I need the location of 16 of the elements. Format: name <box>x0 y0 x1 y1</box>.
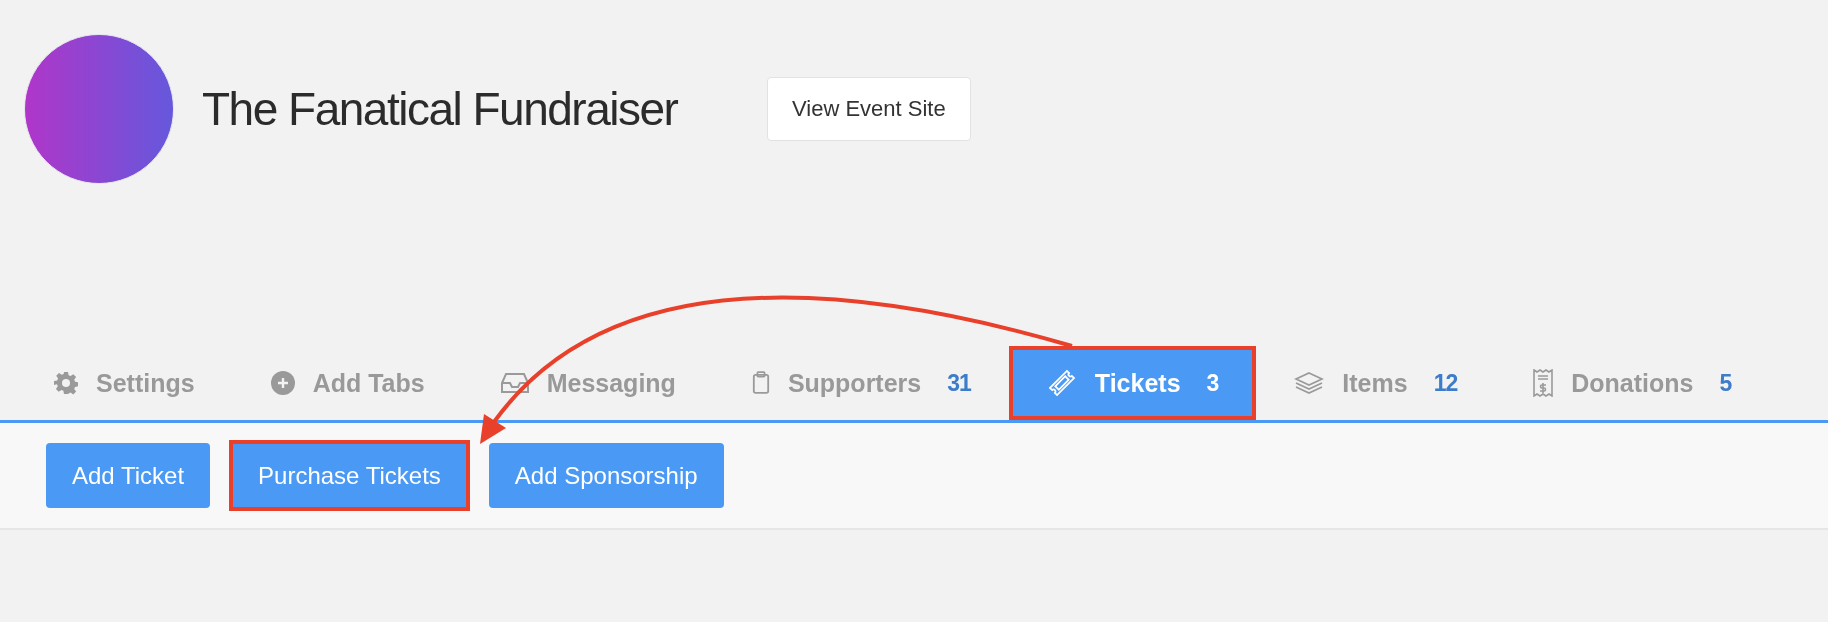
tab[interactable]: Supporters 31 <box>713 346 1009 420</box>
tab-count: 31 <box>947 369 971 397</box>
tab-count: 3 <box>1206 369 1219 397</box>
event-title: The Fanatical Fundraiser <box>202 82 679 137</box>
tab[interactable]: Add Tabs <box>232 346 463 420</box>
tab[interactable]: Items 12 <box>1256 346 1496 420</box>
toolbar-button[interactable]: Add Sponsorship <box>488 443 724 508</box>
tab[interactable]: Messaging <box>462 346 714 420</box>
tab[interactable]: Donations 5 <box>1495 346 1770 420</box>
tab-count: 5 <box>1719 369 1732 397</box>
tab[interactable]: Settings <box>16 346 233 420</box>
tab-count: 12 <box>1433 369 1458 397</box>
toolbar-button[interactable]: Purchase Tickets <box>232 443 467 508</box>
view-site-button[interactable]: View Event Site <box>767 77 971 141</box>
toolbar-button[interactable]: Add Ticket <box>46 443 211 508</box>
tab[interactable]: Tickets 3 <box>1008 346 1257 420</box>
